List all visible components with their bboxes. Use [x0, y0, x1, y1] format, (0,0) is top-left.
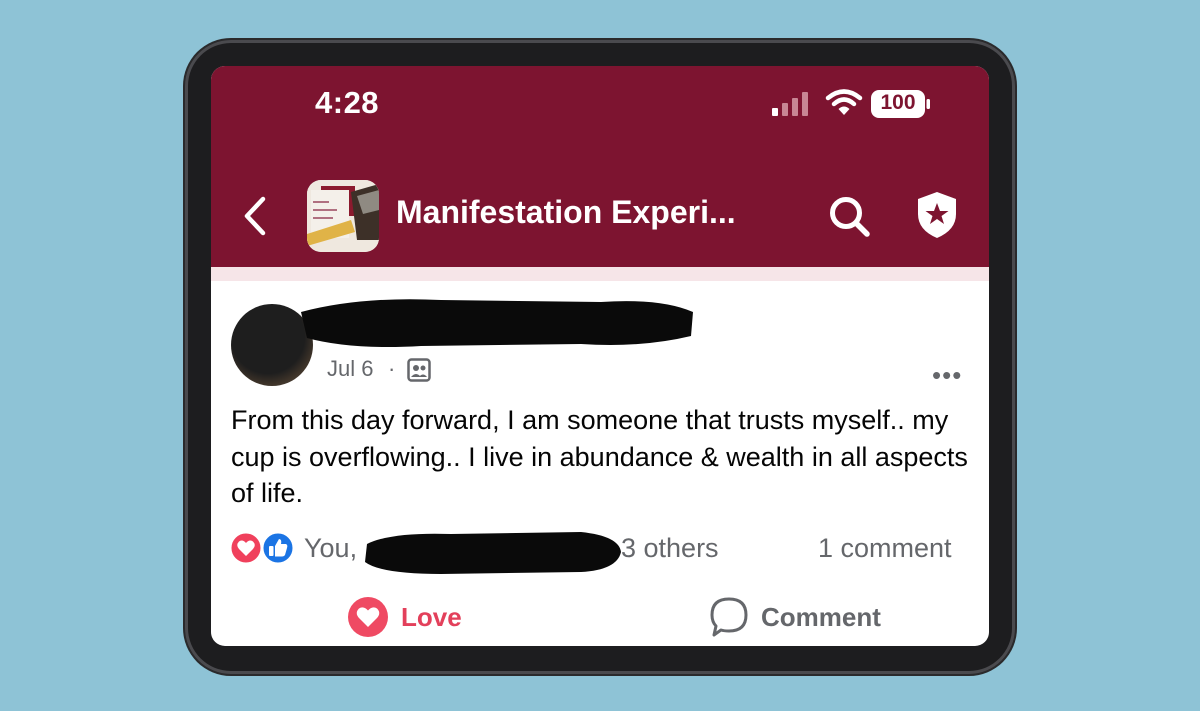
screen: 4:28 100 Manifestation Experi... Jul 6 ·…	[211, 66, 989, 646]
more-options-icon[interactable]: •••	[932, 360, 962, 391]
status-time: 4:28	[315, 85, 380, 120]
search-icon[interactable]	[827, 194, 873, 240]
love-label: Love	[401, 601, 462, 632]
love-reaction-icon	[229, 531, 263, 565]
comment-bubble-icon	[710, 597, 748, 637]
header-divider	[211, 267, 989, 281]
redacted-author-name	[301, 299, 693, 347]
comment-button[interactable]: Comment	[709, 596, 881, 638]
shield-star-icon[interactable]	[915, 190, 959, 240]
comment-label: Comment	[761, 601, 881, 632]
date-separator: ·	[388, 356, 396, 381]
group-photo-icon	[307, 180, 379, 252]
redacted-reactor-name	[365, 532, 621, 574]
audience-group-icon	[407, 358, 431, 382]
back-chevron-icon[interactable]	[241, 195, 269, 237]
love-button[interactable]: Love	[347, 596, 462, 638]
wifi-icon	[825, 89, 863, 115]
battery-level: 100	[880, 91, 916, 114]
post-text: From this day forward, I am someone that…	[231, 405, 968, 508]
reactors-text[interactable]: You,	[304, 533, 357, 564]
tablet-frame: 4:28 100 Manifestation Experi... Jul 6 ·…	[185, 40, 1015, 674]
group-avatar[interactable]	[307, 180, 379, 252]
reactors-others[interactable]: 3 others	[621, 533, 719, 564]
like-reaction-icon	[261, 531, 295, 565]
comment-count[interactable]: 1 comment	[818, 533, 952, 564]
love-reaction-icon	[348, 597, 388, 637]
group-title[interactable]: Manifestation Experi...	[396, 194, 736, 231]
post-date[interactable]: Jul 6	[327, 356, 373, 382]
group-header: 4:28 100 Manifestation Experi...	[211, 66, 989, 267]
signal-icon	[772, 92, 808, 116]
